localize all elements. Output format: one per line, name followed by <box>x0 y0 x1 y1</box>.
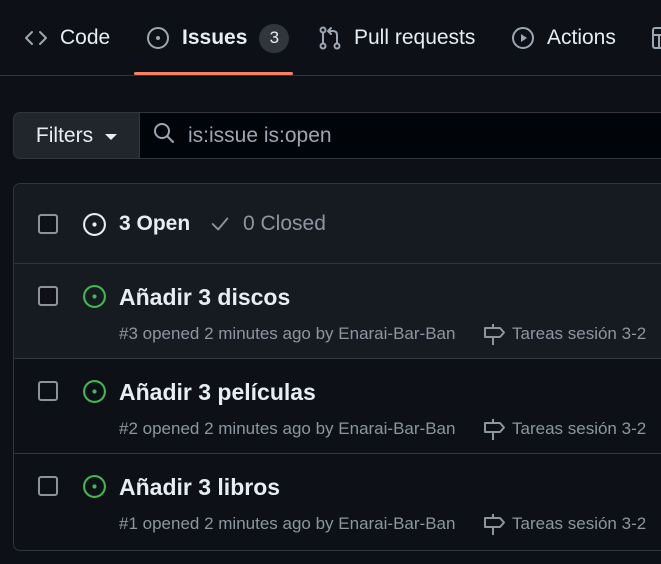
issue-title-link[interactable]: Añadir 3 discos <box>119 284 290 311</box>
tab-issues[interactable]: Issues 3 <box>146 0 290 76</box>
issues-list-header: 3 Open 0 Closed <box>14 184 661 264</box>
select-all-checkbox[interactable] <box>38 214 58 234</box>
closed-count-label: 0 Closed <box>243 212 326 235</box>
issue-opened-icon <box>82 284 107 314</box>
milestone-label: Tareas sesión 3-2 <box>512 419 647 438</box>
tab-label: Issues <box>182 26 248 49</box>
open-count-label: 3 Open <box>119 212 191 235</box>
issue-row[interactable]: Añadir 3 libros #1 opened 2 minutes ago … <box>14 454 661 549</box>
play-icon <box>511 26 535 50</box>
milestone-label: Tareas sesión 3-2 <box>512 324 647 343</box>
repo-nav-tabs: Code Issues 3 Pull requests Actions <box>0 0 661 76</box>
caret-down-icon <box>105 134 118 140</box>
filters-button[interactable]: Filters <box>13 112 140 159</box>
active-tab-underline <box>134 72 293 75</box>
tab-projects-partial[interactable] <box>652 0 661 76</box>
milestone-link[interactable]: Tareas sesión 3-2 <box>482 322 646 346</box>
issue-meta: #3 opened 2 minutes ago by Enarai-Bar-Ba… <box>119 324 456 343</box>
milestone-link[interactable]: Tareas sesión 3-2 <box>482 417 646 441</box>
open-issues-filter[interactable]: 3 Open <box>82 184 190 264</box>
issue-meta: #1 opened 2 minutes ago by Enarai-Bar-Ba… <box>119 514 456 533</box>
tab-label: Pull requests <box>354 26 476 49</box>
tab-label: Actions <box>547 26 616 49</box>
issue-opened-icon <box>146 26 170 50</box>
milestone-icon <box>482 417 506 441</box>
issue-checkbox[interactable] <box>38 381 58 401</box>
filters-button-label: Filters <box>35 123 94 147</box>
check-icon <box>209 213 231 235</box>
issues-list: 3 Open 0 Closed Añadir 3 discos #3 opene… <box>13 183 661 551</box>
issue-checkbox[interactable] <box>38 476 58 496</box>
code-icon <box>24 28 48 48</box>
issue-checkbox[interactable] <box>38 286 58 306</box>
issue-row[interactable]: Añadir 3 discos #3 opened 2 minutes ago … <box>14 264 661 359</box>
issue-opened-icon <box>82 474 107 504</box>
issue-title-link[interactable]: Añadir 3 libros <box>119 474 280 501</box>
tab-actions[interactable]: Actions <box>511 0 616 76</box>
table-icon <box>652 26 661 50</box>
issues-count-badge: 3 <box>259 23 290 53</box>
tab-code[interactable]: Code <box>24 0 110 76</box>
search-input[interactable] <box>188 123 588 148</box>
git-pull-request-icon <box>318 26 342 50</box>
filter-bar: Filters <box>13 112 661 159</box>
issue-meta: #2 opened 2 minutes ago by Enarai-Bar-Ba… <box>119 419 456 438</box>
milestone-icon <box>482 512 506 536</box>
issue-row[interactable]: Añadir 3 películas #2 opened 2 minutes a… <box>14 359 661 454</box>
tab-pull-requests[interactable]: Pull requests <box>318 0 475 76</box>
issue-opened-icon <box>82 212 107 237</box>
milestone-label: Tareas sesión 3-2 <box>512 514 647 533</box>
search-icon <box>152 121 176 150</box>
tab-label: Code <box>60 26 111 49</box>
issue-opened-icon <box>82 379 107 409</box>
milestone-icon <box>482 322 506 346</box>
milestone-link[interactable]: Tareas sesión 3-2 <box>482 512 646 536</box>
issue-title-link[interactable]: Añadir 3 películas <box>119 379 316 406</box>
closed-issues-filter[interactable]: 0 Closed <box>209 184 326 264</box>
search-box <box>140 112 661 159</box>
